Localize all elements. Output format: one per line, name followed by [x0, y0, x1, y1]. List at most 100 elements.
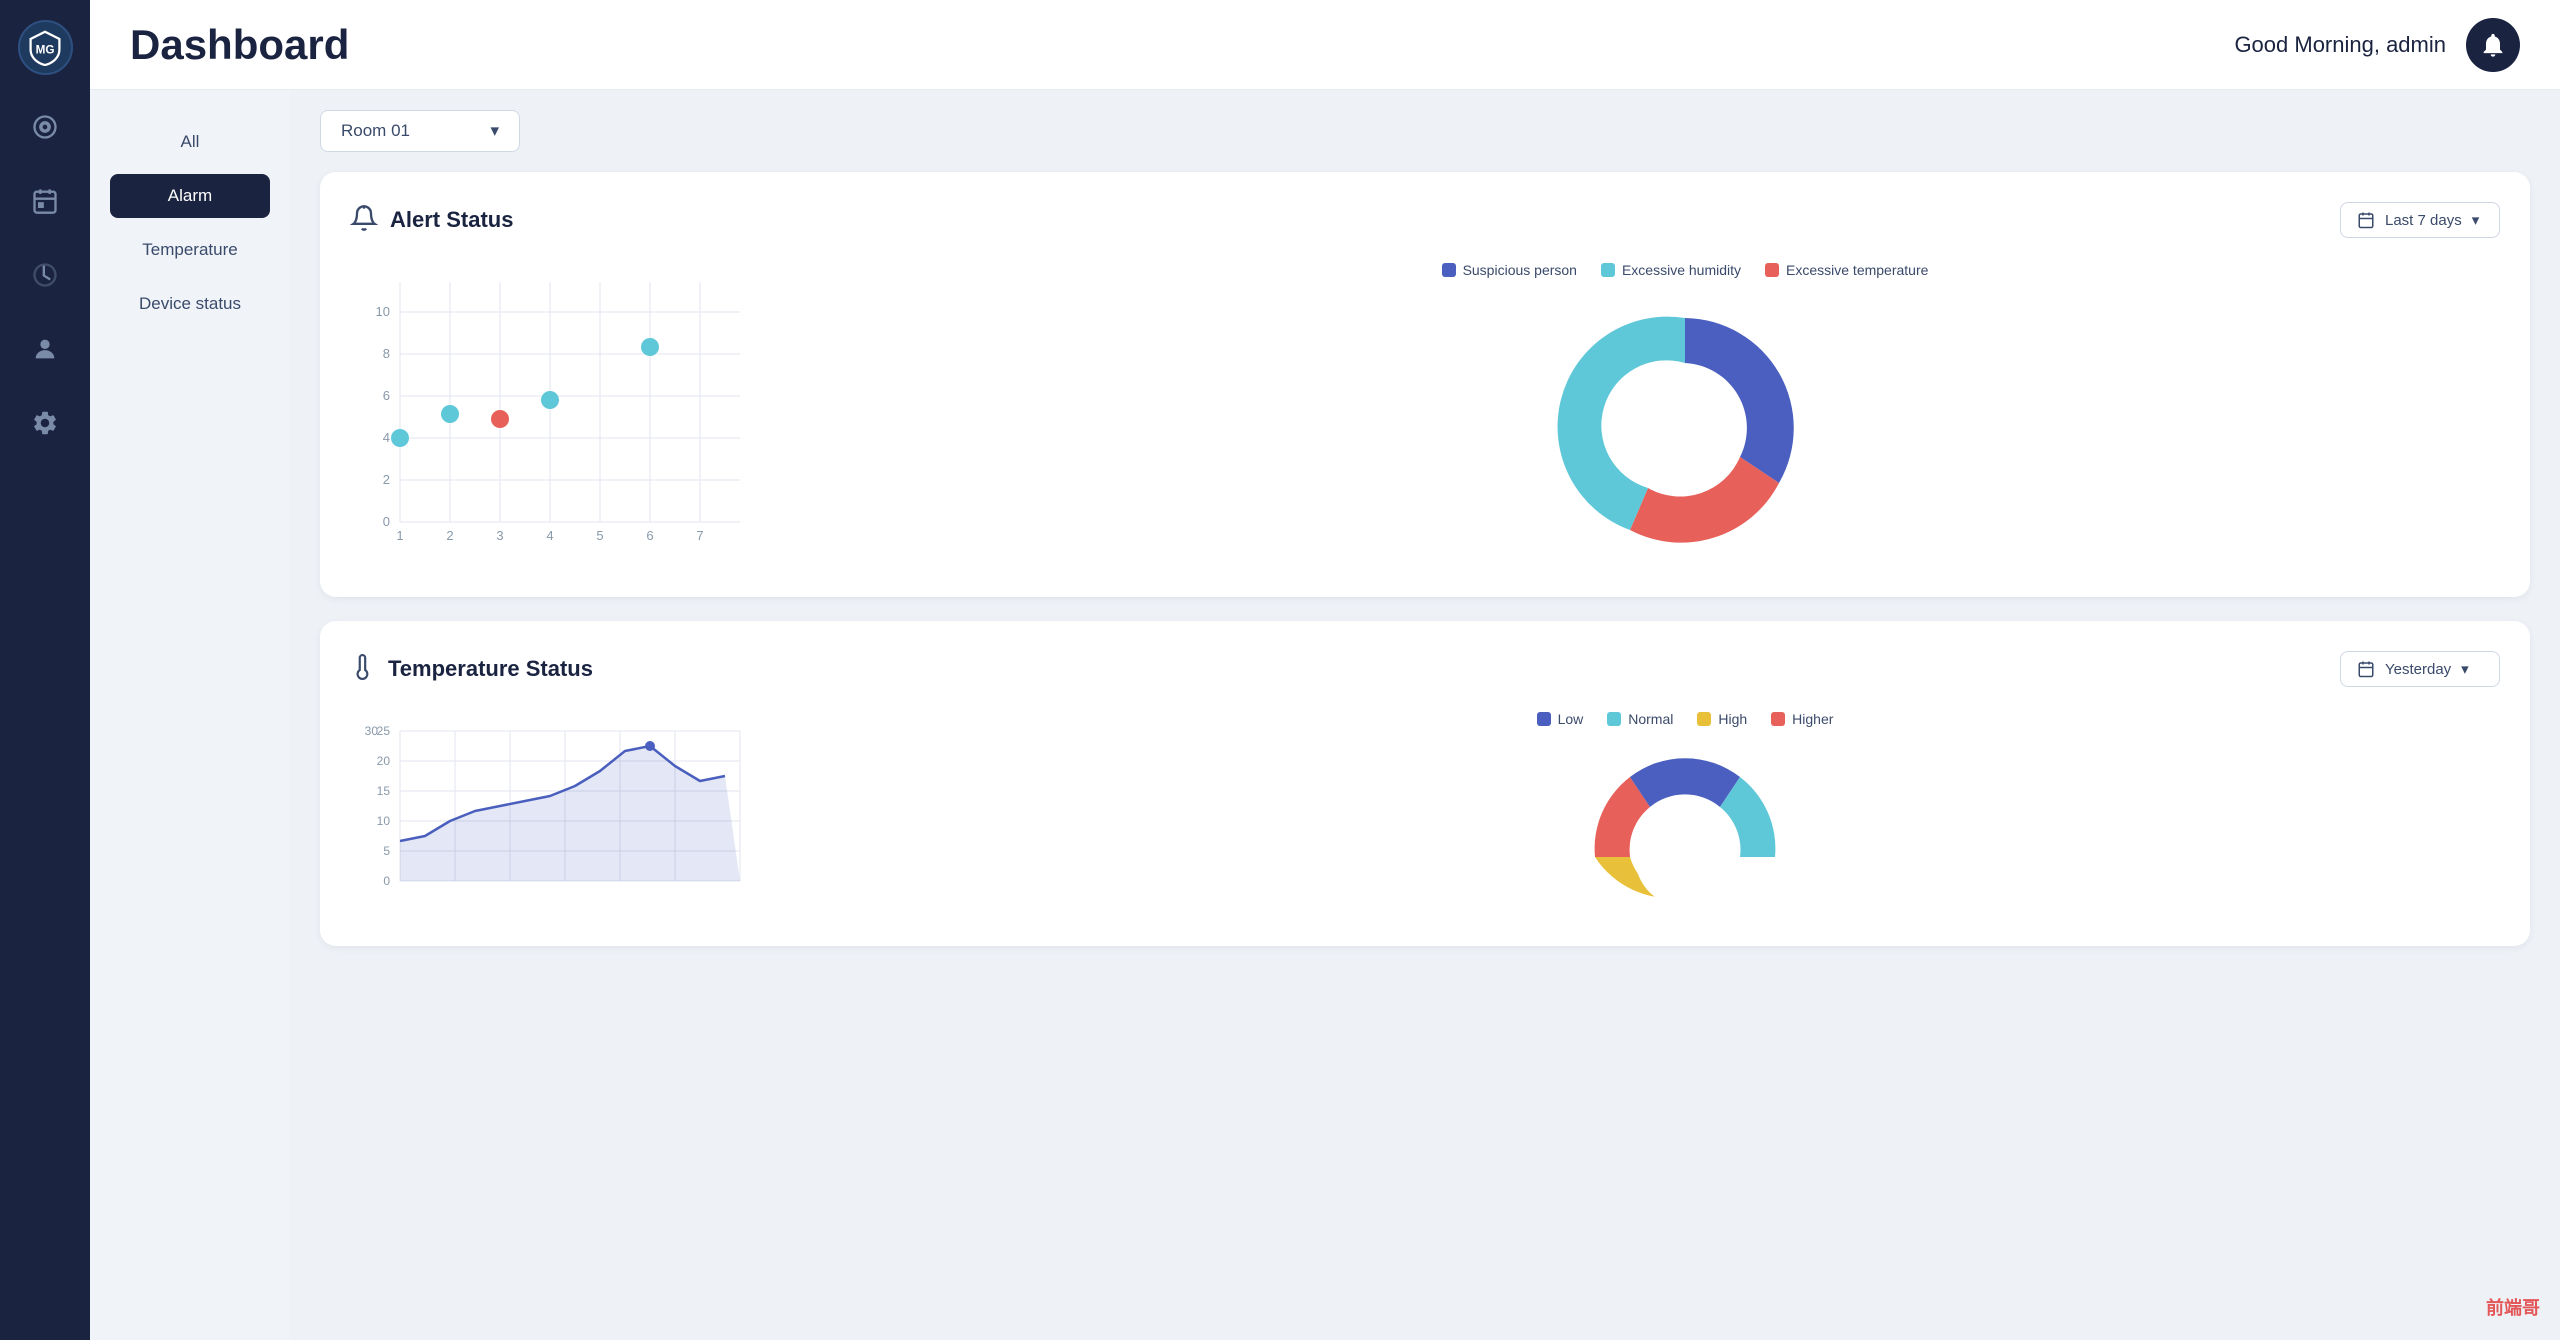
svg-text:0: 0 [383, 514, 390, 529]
svg-text:0: 0 [383, 874, 390, 888]
settings-nav-icon[interactable] [23, 401, 67, 445]
svg-text:10: 10 [377, 814, 391, 828]
legend-dot-higher [1771, 712, 1785, 726]
camera-nav-icon[interactable] [23, 105, 67, 149]
temp-title-wrap: Temperature Status [350, 654, 593, 685]
svg-text:2: 2 [446, 528, 453, 543]
temperature-status-card: Temperature Status Yesterday ▾ [320, 621, 2530, 946]
nav-item-alarm[interactable]: Alarm [110, 174, 270, 218]
user-nav-icon[interactable] [23, 327, 67, 371]
legend-normal: Normal [1607, 711, 1673, 727]
legend-label-temperature: Excessive temperature [1786, 262, 1928, 278]
alert-title-wrap: Alert Status [350, 204, 513, 237]
header: Dashboard Good Morning, admin [90, 0, 2560, 90]
line-svg: 0 5 10 15 20 25 30 [350, 711, 770, 911]
legend-suspicious: Suspicious person [1442, 262, 1577, 278]
schedule-nav-icon[interactable] [23, 179, 67, 223]
svg-text:30: 30 [365, 724, 379, 738]
page-title: Dashboard [130, 21, 349, 69]
svg-text:4: 4 [546, 528, 553, 543]
temp-chart-area: 0 5 10 15 20 25 30 [350, 711, 2500, 916]
room-selector-value: Room 01 [341, 121, 410, 141]
scatter-dot [641, 338, 659, 356]
legend-dot-high [1697, 712, 1711, 726]
legend-label-suspicious: Suspicious person [1463, 262, 1577, 278]
svg-text:MG: MG [36, 43, 55, 56]
legend-label-low: Low [1558, 711, 1584, 727]
legend-humidity: Excessive humidity [1601, 262, 1741, 278]
temp-donut-hole [1635, 807, 1735, 907]
legend-temperature: Excessive temperature [1765, 262, 1928, 278]
legend-low: Low [1537, 711, 1584, 727]
legend-dot-suspicious [1442, 263, 1456, 277]
chevron-down-icon-date: ▾ [2472, 211, 2480, 229]
temp-date-filter[interactable]: Yesterday ▾ [2340, 651, 2500, 687]
legend-dot-temperature [1765, 263, 1779, 277]
calendar-icon [2357, 211, 2375, 229]
svg-text:15: 15 [377, 784, 391, 798]
svg-text:8: 8 [383, 346, 390, 361]
content-wrapper: All Alarm Temperature Device status Room… [90, 90, 2560, 1340]
alert-icon [350, 204, 378, 237]
svg-text:2: 2 [383, 472, 390, 487]
legend-high: High [1697, 711, 1747, 727]
nav-item-temperature[interactable]: Temperature [110, 228, 270, 272]
temperature-status-title: Temperature Status [388, 656, 593, 682]
legend-dot-humidity [1601, 263, 1615, 277]
temp-donut-area: Low Normal High [870, 711, 2500, 907]
temp-legend: Low Normal High [1537, 711, 1834, 727]
temp-area [400, 746, 740, 881]
header-right: Good Morning, admin [2234, 18, 2520, 72]
nav-item-all[interactable]: All [110, 120, 270, 164]
nav-item-device-status[interactable]: Device status [110, 282, 270, 326]
line-chart: 0 5 10 15 20 25 30 [350, 711, 830, 916]
notification-button[interactable] [2466, 18, 2520, 72]
legend-dot-low [1537, 712, 1551, 726]
temp-card-header: Temperature Status Yesterday ▾ [350, 651, 2500, 687]
scatter-svg: 0 2 4 6 8 10 1 2 3 4 5 6 [350, 262, 770, 562]
watermark: 前端哥 [2486, 1294, 2540, 1320]
alert-date-value: Last 7 days [2385, 212, 2462, 229]
alert-legend: Suspicious person Excessive humidity Exc… [1442, 262, 1929, 278]
scatter-dot [441, 405, 459, 423]
temp-donut-svg [1575, 747, 1795, 907]
alert-card-header: Alert Status Last 7 days ▾ [350, 202, 2500, 238]
alert-date-filter[interactable]: Last 7 days ▾ [2340, 202, 2500, 238]
dashboard-content: Room 01 ▾ Alert Stat [290, 90, 2560, 1340]
svg-text:20: 20 [377, 754, 391, 768]
legend-higher: Higher [1771, 711, 1833, 727]
logo[interactable]: MG [18, 20, 73, 75]
main-area: Dashboard Good Morning, admin All Alarm … [90, 0, 2560, 1340]
legend-label-normal: Normal [1628, 711, 1673, 727]
scatter-dot [491, 410, 509, 428]
alert-status-card: Alert Status Last 7 days ▾ [320, 172, 2530, 597]
thermometer-icon [350, 654, 376, 685]
chevron-down-icon: ▾ [490, 121, 499, 141]
donut-chart-area: Suspicious person Excessive humidity Exc… [870, 262, 2500, 558]
scatter-dot [541, 391, 559, 409]
svg-text:6: 6 [383, 388, 390, 403]
svg-text:3: 3 [496, 528, 503, 543]
room-selector[interactable]: Room 01 ▾ [320, 110, 520, 152]
legend-label-humidity: Excessive humidity [1622, 262, 1741, 278]
svg-text:5: 5 [596, 528, 603, 543]
alert-chart-area: 0 2 4 6 8 10 1 2 3 4 5 6 [350, 262, 2500, 567]
legend-dot-normal [1607, 712, 1621, 726]
legend-label-higher: Higher [1792, 711, 1833, 727]
scatter-chart: 0 2 4 6 8 10 1 2 3 4 5 6 [350, 262, 830, 567]
donut-hole [1625, 368, 1745, 488]
sidebar: MG [0, 0, 90, 1340]
temp-date-value: Yesterday [2385, 661, 2451, 678]
calendar-icon-temp [2357, 660, 2375, 678]
scatter-dot [391, 429, 409, 447]
room-selector-wrap: Room 01 ▾ [320, 110, 2530, 152]
analytics-nav-icon[interactable] [23, 253, 67, 297]
svg-text:25: 25 [377, 724, 391, 738]
donut-svg [1545, 298, 1825, 558]
left-navigation: All Alarm Temperature Device status [90, 90, 290, 1340]
legend-label-high: High [1718, 711, 1747, 727]
svg-text:4: 4 [383, 430, 390, 445]
chevron-down-icon-temp: ▾ [2461, 660, 2469, 678]
greeting-text: Good Morning, admin [2234, 32, 2446, 58]
svg-text:7: 7 [696, 528, 703, 543]
